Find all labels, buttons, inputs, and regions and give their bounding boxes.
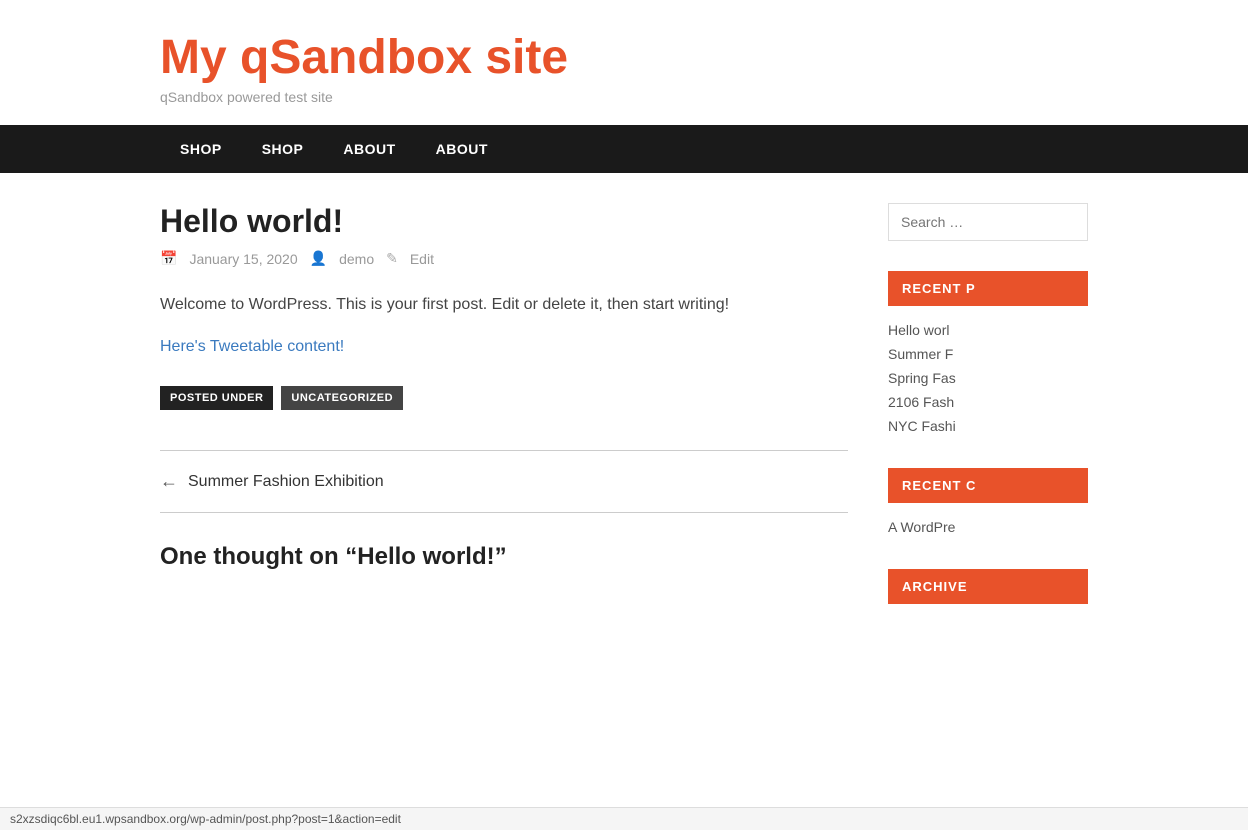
list-item[interactable]: A WordPre: [888, 515, 1088, 539]
post-edit-link[interactable]: Edit: [410, 251, 434, 267]
nav-about-2[interactable]: ABOUT: [416, 125, 508, 173]
list-item[interactable]: 2106 Fash: [888, 390, 1088, 414]
post-tags: POSTED UNDER UNCATEGORIZED: [160, 386, 848, 410]
site-tagline: qSandbox powered test site: [160, 89, 1088, 105]
recent-posts-list: Hello worl Summer F Spring Fas 2106 Fash…: [888, 318, 1088, 438]
main-nav: SHOP SHOP ABOUT ABOUT: [0, 125, 1248, 173]
main-content: Hello world! 📅 January 15, 2020 👤 demo ✎…: [160, 203, 848, 616]
site-header: My qSandbox site qSandbox powered test s…: [0, 0, 1248, 125]
nav-shop-1[interactable]: SHOP: [160, 125, 242, 173]
post-nav-prev-label: Summer Fashion Exhibition: [188, 473, 384, 491]
post-date: January 15, 2020: [189, 251, 297, 267]
list-item[interactable]: Hello worl: [888, 318, 1088, 342]
comments-title: One thought on “Hello world!”: [160, 543, 848, 571]
tag-label: POSTED UNDER: [160, 386, 273, 410]
archive-title: ARCHIVE: [888, 569, 1088, 604]
post-nav-divider-bottom: [160, 512, 848, 513]
recent-comments-list: A WordPre: [888, 515, 1088, 539]
post-meta: 📅 January 15, 2020 👤 demo ✎ Edit: [160, 250, 848, 267]
post-content: Welcome to WordPress. This is your first…: [160, 291, 848, 318]
site-title[interactable]: My qSandbox site: [160, 30, 1088, 85]
author-icon: 👤: [310, 250, 327, 267]
list-item[interactable]: Spring Fas: [888, 366, 1088, 390]
calendar-icon: 📅: [160, 250, 177, 267]
edit-icon: ✎: [386, 250, 398, 267]
search-input[interactable]: [888, 203, 1088, 241]
post-nav-prev[interactable]: ← Summer Fashion Exhibition: [160, 471, 848, 492]
status-url: s2xzsdiqc6bl.eu1.wpsandbox.org/wp-admin/…: [10, 812, 401, 826]
recent-posts-title: RECENT P: [888, 271, 1088, 306]
post-title: Hello world!: [160, 203, 848, 240]
list-item[interactable]: NYC Fashi: [888, 414, 1088, 438]
prev-arrow-icon: ←: [160, 471, 178, 492]
sidebar: RECENT P Hello worl Summer F Spring Fas …: [888, 203, 1088, 616]
post-nav-divider-top: [160, 450, 848, 451]
nav-shop-2[interactable]: SHOP: [242, 125, 324, 173]
nav-about-1[interactable]: ABOUT: [323, 125, 415, 173]
status-bar: s2xzsdiqc6bl.eu1.wpsandbox.org/wp-admin/…: [0, 807, 1248, 830]
content-area: Hello world! 📅 January 15, 2020 👤 demo ✎…: [0, 173, 1248, 646]
tweetable-link[interactable]: Here's Tweetable content!: [160, 338, 848, 356]
list-item[interactable]: Summer F: [888, 342, 1088, 366]
post-author[interactable]: demo: [339, 251, 374, 267]
sidebar-search: [888, 203, 1088, 241]
recent-comments-title: RECENT C: [888, 468, 1088, 503]
tag-value[interactable]: UNCATEGORIZED: [281, 386, 403, 410]
